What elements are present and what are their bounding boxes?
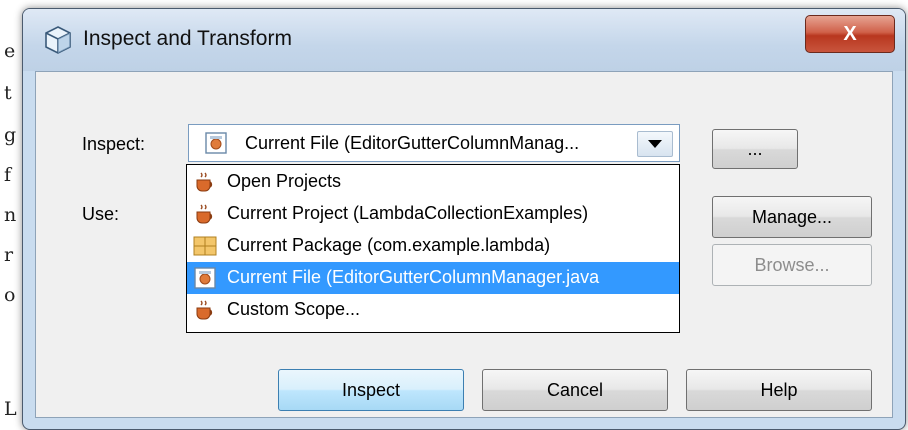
title-bar[interactable]: Inspect and Transform X xyxy=(23,9,905,71)
list-item-label: Current Package (com.example.lambda) xyxy=(227,235,551,255)
manage-button[interactable]: Manage... xyxy=(712,196,872,238)
help-button[interactable]: Help xyxy=(686,369,872,411)
inspect-label: Inspect: xyxy=(82,134,146,154)
browse-button[interactable]: Browse... xyxy=(712,244,872,286)
scope-combobox-value: Current File (EditorGutterColumnManag... xyxy=(245,133,580,153)
java-cup-icon xyxy=(196,300,213,320)
use-label: Use: xyxy=(82,204,120,224)
dropdown-arrow-button[interactable] xyxy=(637,131,673,157)
list-item-label: Open Projects xyxy=(227,171,342,191)
inspect-transform-dialog: Inspect and Transform X Inspect: Use: Cu… xyxy=(22,8,906,430)
cancel-button[interactable]: Cancel xyxy=(482,369,668,411)
close-button[interactable]: X xyxy=(805,15,895,53)
package-icon xyxy=(193,236,217,256)
scope-dropdown-list: Open Projects Current Project (LambdaCol… xyxy=(186,164,680,333)
java-cup-icon xyxy=(196,204,213,224)
list-item[interactable]: Current Project (LambdaCollectionExample… xyxy=(187,198,679,230)
list-item[interactable]: Custom Scope... xyxy=(187,294,679,326)
dialog-title: Inspect and Transform xyxy=(83,27,292,50)
java-file-icon xyxy=(194,267,216,289)
list-item-label: Custom Scope... xyxy=(227,299,361,319)
list-item-label: Current File (EditorGutterColumnManager.… xyxy=(227,267,600,287)
list-item[interactable]: Open Projects xyxy=(187,166,679,198)
browse-dots-button[interactable]: ... xyxy=(712,129,798,169)
dialog-content: Inspect: Use: Current File (EditorGutter… xyxy=(35,71,893,418)
inspect-button[interactable]: Inspect xyxy=(278,369,464,411)
cube-icon xyxy=(45,26,71,54)
chevron-down-icon xyxy=(648,140,662,148)
list-item[interactable]: Current Package (com.example.lambda) xyxy=(187,230,679,262)
list-item-label: Current Project (LambdaCollectionExample… xyxy=(227,203,589,223)
java-cup-icon xyxy=(196,172,213,192)
list-item-selected[interactable]: Current File (EditorGutterColumnManager.… xyxy=(187,262,679,294)
java-file-icon xyxy=(205,132,227,154)
scope-combobox[interactable]: Current File (EditorGutterColumnManag... xyxy=(188,124,680,162)
